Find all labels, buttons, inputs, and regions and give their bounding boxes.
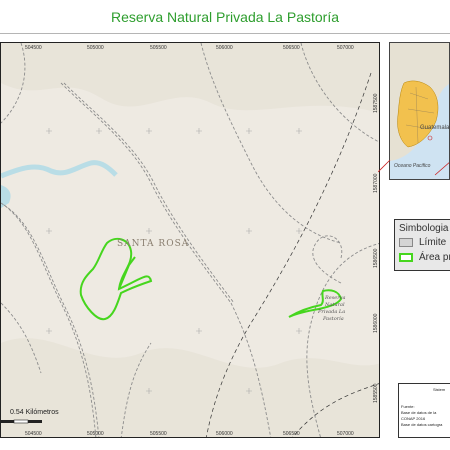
- inset-label-ocean: Oceano Pacifico: [394, 163, 431, 169]
- river: [1, 160, 118, 179]
- info-line-2: Fuente:: [401, 404, 415, 409]
- inset-pointer-line: [434, 162, 449, 176]
- y-tick-right-3: 1586500: [373, 248, 379, 268]
- x-tick-top-3: 505500: [150, 45, 167, 51]
- title-bar: Reserva Natural Privada La Pastoría: [0, 0, 450, 34]
- main-map[interactable]: SANTA ROSA Reserva Natural Privada La Pa…: [0, 42, 380, 438]
- place-label-santa-rosa: SANTA ROSA: [117, 239, 190, 249]
- info-line-4: CONAP 2016: [401, 416, 426, 421]
- x-tick-top-2: 505000: [87, 45, 104, 51]
- x-tick-top-1: 504500: [25, 45, 42, 51]
- inset-locator-map[interactable]: Guatemala Oceano Pacifico: [389, 42, 450, 180]
- x-tick-bottom-6: 507000: [337, 431, 354, 437]
- map-canvas[interactable]: [1, 43, 380, 438]
- reserve-label-line4: Pastoría: [323, 316, 344, 322]
- info-line-3: Base de datos de la: [401, 410, 437, 415]
- hill-shade: [1, 43, 379, 113]
- inset-location-marker: [427, 135, 433, 141]
- x-tick-top-4: 506000: [216, 45, 233, 51]
- info-line-5: Base de datos cartogra: [401, 422, 443, 427]
- legend-swatch-limite: [399, 238, 413, 247]
- x-tick-bottom-3: 505500: [150, 431, 167, 437]
- legend-swatch-area: [399, 253, 413, 262]
- x-tick-top-6: 507000: [337, 45, 354, 51]
- legend-label-limite: Límite: [419, 237, 447, 248]
- protected-area-santa-rosa[interactable]: [79, 237, 153, 321]
- map-title: Reserva Natural Privada La Pastoría: [111, 9, 339, 25]
- lake: [1, 185, 11, 208]
- reserve-label-line3: Privada La: [318, 309, 346, 315]
- scale-bar-label: 0.54 Kilómetros: [10, 409, 59, 416]
- inset-canvas: [390, 43, 449, 176]
- info-line-1: Sistem: [433, 387, 446, 392]
- legend-label-area: Área pr: [419, 252, 450, 263]
- scale-bar: [0, 419, 42, 424]
- reserve-label-line1: Reserva: [325, 295, 346, 301]
- y-tick-right-5: 1585500: [373, 383, 379, 403]
- legend-title: Simbologia: [399, 223, 449, 234]
- reserve-label-line2: Natural: [325, 302, 345, 308]
- x-tick-bottom-5: 506500: [283, 431, 300, 437]
- x-tick-top-5: 506500: [283, 45, 300, 51]
- source-info-box: Sistem Fuente: Base de datos de la CONAP…: [398, 383, 450, 438]
- x-tick-bottom-2: 505000: [87, 431, 104, 437]
- y-tick-right-4: 1586000: [373, 313, 379, 333]
- legend: Simbologia Límite Área pr: [394, 219, 450, 271]
- y-tick-right-1: 1587500: [373, 93, 379, 113]
- x-tick-bottom-4: 506000: [216, 431, 233, 437]
- inset-label-country: Guatemala: [420, 125, 450, 131]
- inset-leader-line: [378, 159, 391, 173]
- x-tick-bottom-1: 504500: [25, 431, 42, 437]
